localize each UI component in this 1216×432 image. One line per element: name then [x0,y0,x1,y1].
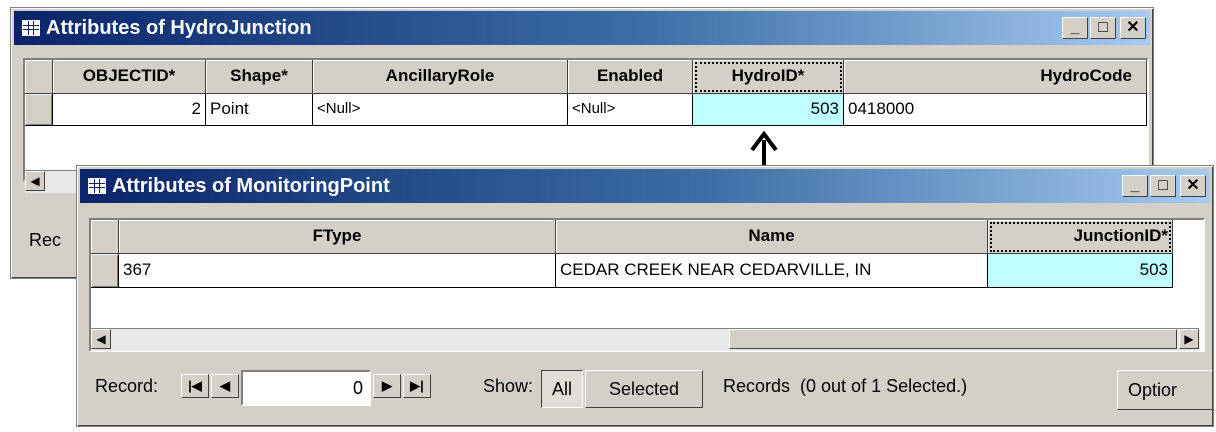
show-label: Show: [483,376,534,396]
row-selector[interactable] [91,254,119,288]
column-header-name[interactable]: Name [556,220,988,254]
table-row[interactable]: 367 CEDAR CREEK NEAR CEDARVILLE, IN 503 [91,254,1203,288]
show-all-button[interactable]: All [541,370,583,408]
record-label: Record: [95,376,159,396]
maximize-button[interactable]: □ [1150,175,1176,197]
cell-name[interactable]: CEDAR CREEK NEAR CEDARVILLE, IN [556,254,988,288]
horizontal-scrollbar[interactable]: ◀ ▶ [91,328,1199,351]
table-icon [88,178,106,194]
options-button[interactable]: Optior [1117,370,1213,410]
previous-record-button[interactable]: ◀ [211,374,239,398]
next-record-button[interactable]: ▶ [373,374,401,398]
monitoringpoint-window: Attributes of MonitoringPoint _ □ ✕ FTyp… [76,165,1214,427]
scroll-right-button[interactable]: ▶ [1179,329,1199,349]
cell-junctionid[interactable]: 503 [988,254,1173,288]
cell-ftype[interactable]: 367 [119,254,556,288]
show-selected-button[interactable]: Selected [585,370,703,408]
table-header-row: FType Name JunctionID* [91,220,1203,254]
scroll-left-button[interactable]: ◀ [91,329,111,349]
column-header-ftype[interactable]: FType [119,220,556,254]
last-record-button[interactable]: ▶| [403,374,431,398]
column-header-junctionid[interactable]: JunctionID* [988,220,1173,254]
minimize-button[interactable]: _ [1122,175,1148,197]
close-button[interactable]: ✕ [1180,175,1206,197]
row-selector-header[interactable] [91,220,119,254]
records-status: Records (0 out of 1 Selected.) [723,376,968,396]
scroll-thumb[interactable] [729,329,1177,349]
record-number-input[interactable]: 0 [241,370,371,406]
monitoringpoint-titlebar[interactable]: Attributes of MonitoringPoint _ □ ✕ [80,169,1210,203]
monitoringpoint-title: Attributes of MonitoringPoint [112,175,390,197]
first-record-button[interactable]: |◀ [181,374,209,398]
